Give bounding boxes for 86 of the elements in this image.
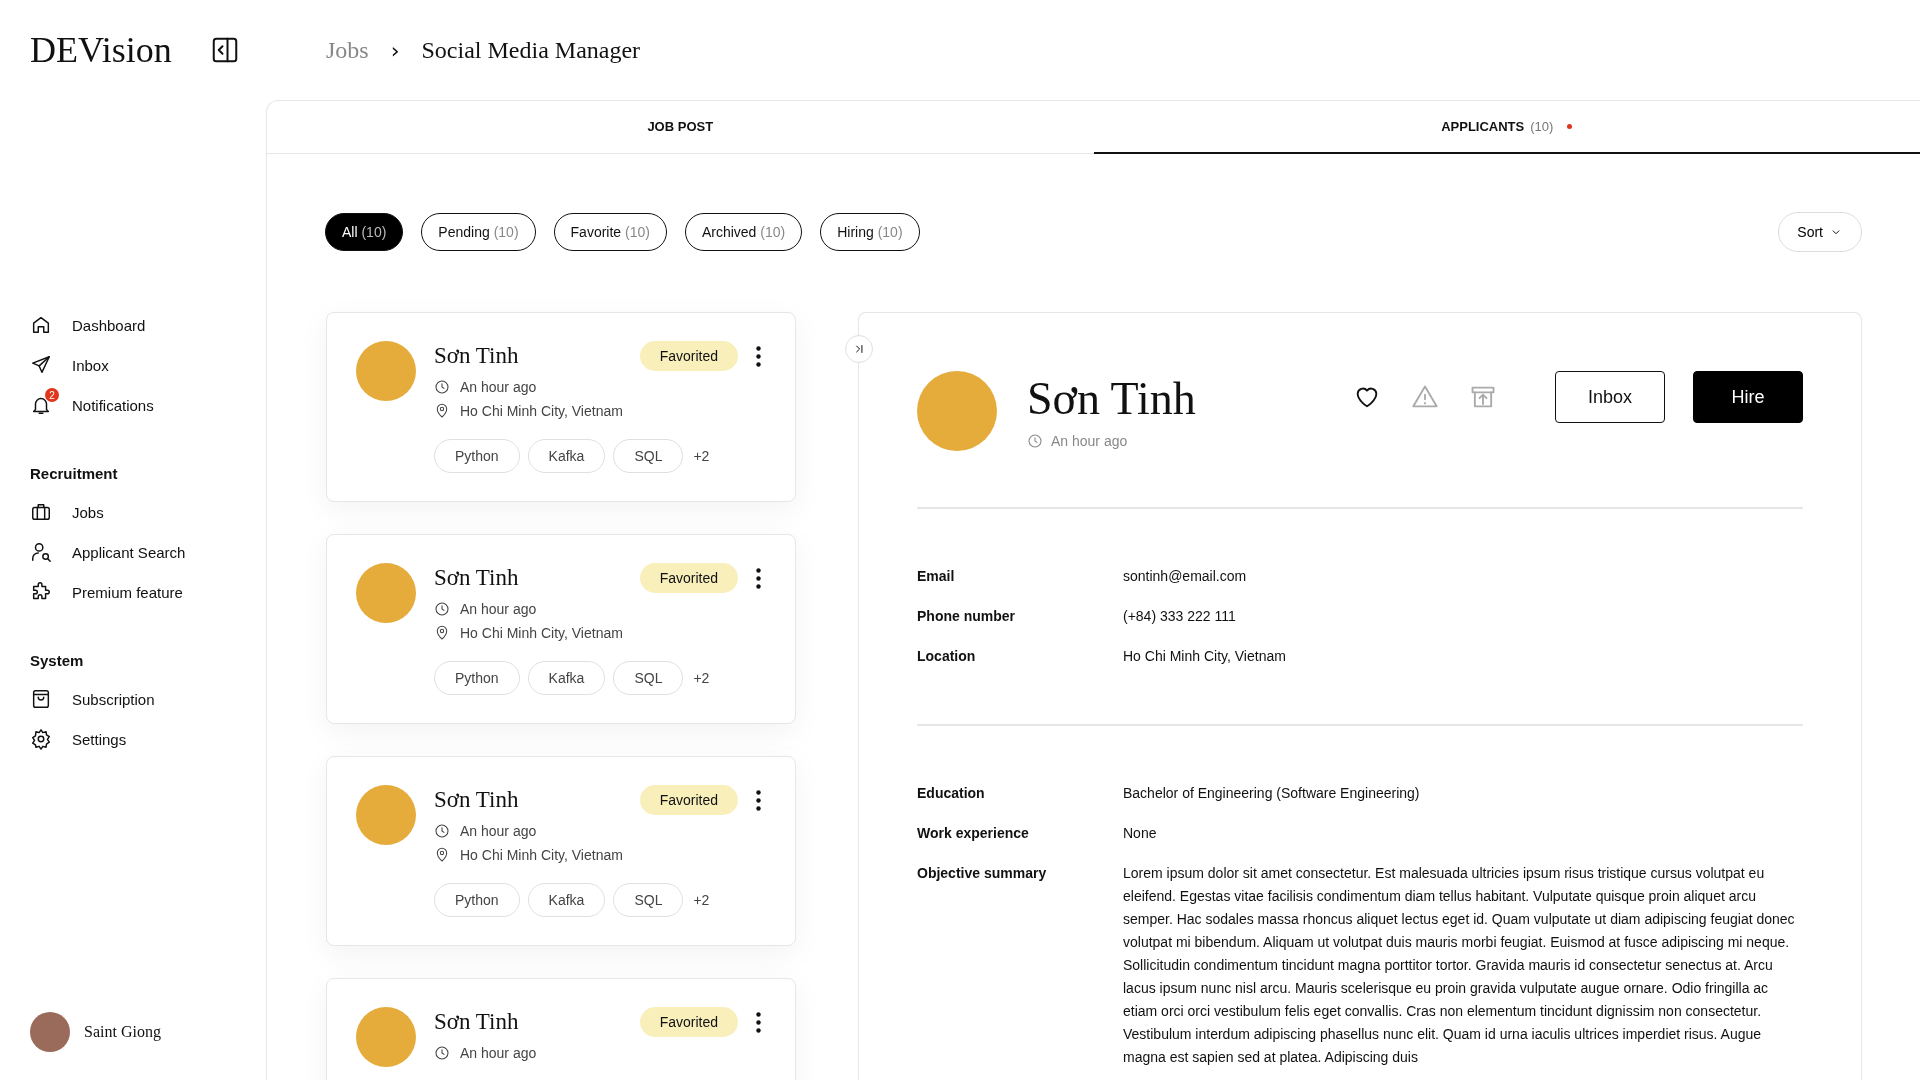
more-count: +2 xyxy=(693,448,710,464)
avatar-placeholder xyxy=(30,1012,70,1052)
breadcrumb-current: Social Media Manager xyxy=(421,36,641,64)
field-value: (+84) 333 222 111 xyxy=(1123,607,1237,626)
briefcase-icon xyxy=(30,501,52,523)
time-text: An hour ago xyxy=(460,379,537,395)
field-label: Objective summary xyxy=(917,864,1048,883)
applicant-card[interactable]: Sơn Tinh Favorited An hour ago Ho Chi Minh City, Vietnam Python Kafka SQL +2 xyxy=(326,312,796,502)
status-badge: Favorited xyxy=(639,341,738,371)
location-text: Ho Chi Minh City, Vietnam xyxy=(460,847,623,863)
clock-icon xyxy=(434,823,450,839)
clock-icon xyxy=(434,379,450,395)
status-badge: Favorited xyxy=(639,785,738,815)
section-heading: System xyxy=(30,652,85,669)
time-text: An hour ago xyxy=(460,1045,537,1061)
inbox-button[interactable]: Inbox xyxy=(1555,371,1665,423)
status-badge: Favorited xyxy=(639,1007,738,1037)
filter-chip[interactable]: All (10) xyxy=(325,213,404,251)
shopping-bag-icon xyxy=(30,688,52,710)
tab[interactable]: APPLICANTS (10) xyxy=(1093,101,1920,154)
section-heading: Recruitment xyxy=(30,465,119,482)
location-pin-icon xyxy=(434,625,450,641)
more-count: +2 xyxy=(693,670,710,686)
sidebar-item[interactable]: Applicant Search xyxy=(30,532,230,572)
paper-plane-icon xyxy=(30,354,52,376)
field-label: Phone number xyxy=(917,607,1016,626)
home-icon xyxy=(30,314,52,336)
applicant-name: Sơn Tinh xyxy=(434,565,520,591)
settings-icon xyxy=(30,728,52,750)
avatar-placeholder xyxy=(356,1007,416,1067)
avatar-placeholder xyxy=(356,341,416,401)
field-value: Bachelor of Engineering (Software Engineering) xyxy=(1123,784,1421,803)
sidebar-item[interactable]: Settings xyxy=(30,719,230,759)
avatar-placeholder xyxy=(356,785,416,845)
applicant-card[interactable]: Sơn Tinh Favorited An hour ago Ho Chi Minh City, Vietnam Python Kafka SQL +2 xyxy=(326,756,796,946)
more-vertical-icon xyxy=(756,1011,761,1033)
location-pin-icon xyxy=(434,847,450,863)
time-text: An hour ago xyxy=(460,601,537,617)
location-pin-icon xyxy=(434,403,450,419)
sidebar-item[interactable]: 2 Notifications xyxy=(30,385,230,425)
field-label: Email xyxy=(917,567,956,586)
field-label: Education xyxy=(917,784,986,803)
sidebar-item[interactable]: Jobs xyxy=(30,492,230,532)
clock-icon xyxy=(1027,433,1043,449)
time-text: An hour ago xyxy=(460,823,537,839)
clock-icon xyxy=(434,601,450,617)
more-count: +2 xyxy=(693,892,710,908)
filter-chip[interactable]: Pending (10) xyxy=(421,213,536,251)
field-label: Location xyxy=(917,647,977,666)
location-text: Ho Chi Minh City, Vietnam xyxy=(460,625,623,641)
user-search-icon xyxy=(30,541,52,563)
applicant-name: Sơn Tinh xyxy=(1027,372,1197,426)
filter-chip[interactable]: Hiring (10) xyxy=(820,213,920,251)
field-label: Work experience xyxy=(917,824,1030,843)
applicant-card[interactable]: Sơn Tinh Favorited An hour ago Ho Chi Minh City, Vietnam Python Kafka SQL +2 xyxy=(326,534,796,724)
tab[interactable]: JOB POST xyxy=(267,101,1094,154)
collapse-panel-button[interactable] xyxy=(845,335,873,363)
breadcrumb-link[interactable]: Jobs xyxy=(326,36,369,64)
hire-button[interactable]: Hire xyxy=(1693,371,1803,423)
field-value: None xyxy=(1123,824,1158,843)
more-vertical-icon xyxy=(756,567,761,589)
applicant-card[interactable]: Sơn Tinh Favorited An hour ago xyxy=(326,978,796,1080)
sidebar-item[interactable]: Dashboard xyxy=(30,305,230,345)
app-logo: DEVision xyxy=(30,29,172,71)
field-value: sontinh@email.com xyxy=(1123,567,1248,586)
filter-chip[interactable]: Favorite (10) xyxy=(553,213,667,251)
time-text: An hour ago xyxy=(1051,433,1128,449)
more-vertical-icon xyxy=(756,345,761,367)
location-text: Ho Chi Minh City, Vietnam xyxy=(460,403,623,419)
applicant-name: Sơn Tinh xyxy=(434,787,520,813)
sidebar-item[interactable]: Subscription xyxy=(30,679,230,719)
clock-icon xyxy=(434,1045,450,1061)
sidebar-item[interactable]: Premium feature xyxy=(30,572,230,612)
status-badge: Favorited xyxy=(639,563,738,593)
user-name: Saint Giong xyxy=(84,1023,161,1041)
filter-chip[interactable]: Archived (10) xyxy=(684,213,803,251)
breadcrumb-separator: › xyxy=(390,37,400,63)
sidebar-item[interactable]: Inbox xyxy=(30,345,230,385)
more-vertical-icon xyxy=(756,789,761,811)
applicant-name: Sơn Tinh xyxy=(434,1009,520,1035)
field-value: Lorem ipsum dolor sit amet consectetur. Est malesuada ultricies ipsum risus tristique cursus volutpat eu eleifend. Egestas vitae facilisis condimentum diam tellus habitant. Vulputate quisque proin aliquet arcu semper. Hac sodales massa rhoncus aliquet lectus eget id. Quam vulputate ut diam adipiscing feugiat donec volutpat mi bibendum. Aliquam ut volutpat duis mauris morbi feugiat. Euismod at fusce adipiscing mi neque. Sollicitudin condimentum tincidunt magna porttitor tortor. Gravida mauris id consectetur senectus at. Arcu lacus ipsum nunc nisl arcu. Mauris scelerisque eu proin gravida vulputate augue ornare. Odio fringilla ac etiam orci orci vestibulum felis eget convallis. Cras non elementum tincidunt dignissim non consectetur. Vestibulum interdum adipiscing phasellus nunc elit. Quam id urna iaculis ultrices imperdiet risus. Augue magna est sapien sed at platea. Adipiscing duis xyxy=(1123,864,1796,1067)
sort-button[interactable]: Sort xyxy=(1778,212,1862,252)
avatar-placeholder xyxy=(356,563,416,623)
applicant-name: Sơn Tinh xyxy=(434,343,520,369)
notification-badge: 2 xyxy=(45,388,59,402)
field-value: Ho Chi Minh City, Vietnam xyxy=(1123,647,1287,666)
